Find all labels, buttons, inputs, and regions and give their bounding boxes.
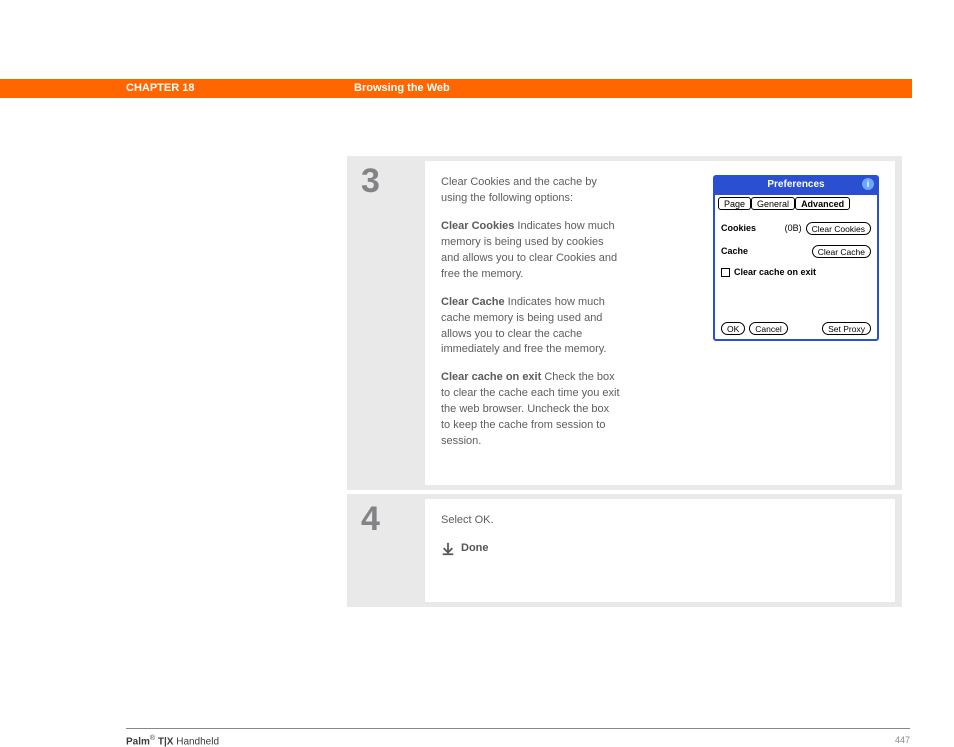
clear-cookies-label: Clear Cookies — [441, 220, 514, 232]
chapter-banner: CHAPTER 18 Browsing the Web — [0, 79, 912, 98]
tab-general[interactable]: General — [751, 197, 795, 210]
step3-intro: Clear Cookies and the cache by using the… — [441, 175, 616, 207]
chapter-number: CHAPTER 18 — [126, 82, 194, 94]
done-arrow-icon — [441, 542, 455, 556]
clear-cache-label: Clear Cache — [441, 296, 505, 308]
step-4-block: 4 Select OK. Done — [347, 494, 902, 607]
palm-cache-label: Cache — [721, 245, 748, 258]
palm-clear-on-exit-label: Clear cache on exit — [734, 266, 816, 279]
info-icon[interactable]: i — [862, 178, 874, 190]
palm-tabs: Page General Advanced — [715, 195, 877, 214]
palm-titlebar: Preferences i — [715, 177, 877, 195]
step-number-col: 3 — [347, 156, 425, 490]
step-3-content: Clear Cookies and the cache by using the… — [425, 161, 895, 485]
tab-advanced[interactable]: Advanced — [795, 197, 850, 210]
step-3-block: 3 Clear Cookies and the cache by using t… — [347, 156, 902, 490]
palm-footer: OK Cancel Set Proxy — [715, 322, 877, 335]
palm-cookies-label: Cookies — [721, 222, 756, 235]
tab-page[interactable]: Page — [718, 197, 751, 210]
step3-p1: Clear Cookies Indicates how much memory … — [441, 219, 621, 283]
palm-preferences-screenshot: Preferences i Page General Advanced Cook… — [713, 175, 879, 341]
set-proxy-button[interactable]: Set Proxy — [822, 322, 871, 335]
palm-title-text: Preferences — [767, 179, 824, 190]
clear-on-exit-checkbox[interactable] — [721, 268, 730, 277]
product-name: Palm® T|X Handheld — [126, 735, 219, 747]
clear-cookies-button[interactable]: Clear Cookies — [806, 222, 871, 235]
done-row: Done — [441, 541, 879, 557]
step3-p3: Clear cache on exit Check the box to cle… — [441, 370, 621, 450]
step-number: 4 — [361, 500, 380, 539]
step-number: 3 — [361, 162, 380, 201]
ok-button[interactable]: OK — [721, 322, 745, 335]
done-label: Done — [461, 541, 489, 557]
step-4-content: Select OK. Done — [425, 499, 895, 602]
step-number-col: 4 — [347, 494, 425, 607]
clear-cache-button[interactable]: Clear Cache — [812, 245, 871, 258]
chapter-title: Browsing the Web — [354, 82, 450, 94]
palm-cookies-size: (0B) — [785, 222, 802, 235]
step3-p2: Clear Cache Indicates how much cache mem… — [441, 295, 621, 359]
cancel-button[interactable]: Cancel — [749, 322, 787, 335]
page-number: 447 — [895, 735, 910, 747]
step4-body: Select OK. — [441, 513, 701, 529]
clear-on-exit-label: Clear cache on exit — [441, 371, 541, 383]
